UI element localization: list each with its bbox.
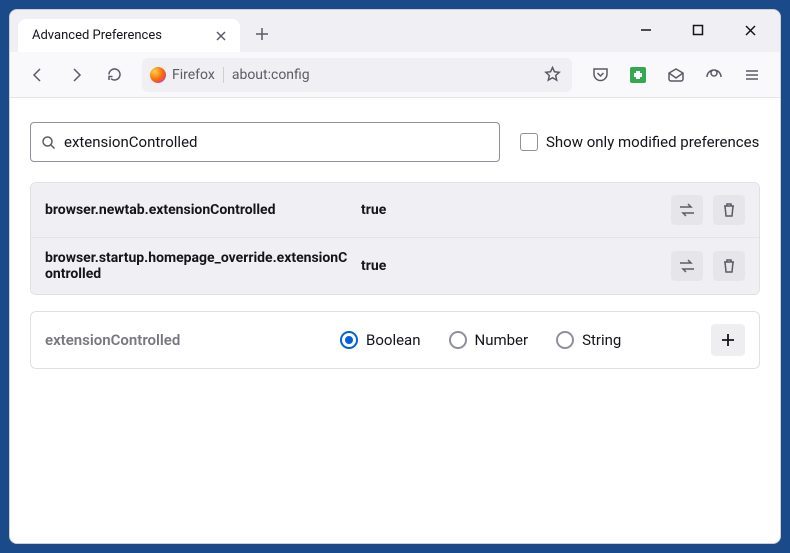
pref-name: browser.newtab.extensionControlled <box>45 202 355 218</box>
toggle-button[interactable] <box>671 251 703 281</box>
delete-button[interactable] <box>713 195 745 225</box>
search-box[interactable] <box>30 122 500 162</box>
menu-button[interactable] <box>736 59 768 91</box>
radio-string-input[interactable] <box>556 331 574 349</box>
checkbox-label-text: Show only modified preferences <box>546 133 759 151</box>
pref-actions <box>671 195 745 225</box>
radio-number[interactable]: Number <box>449 331 529 349</box>
titlebar: Advanced Preferences <box>10 10 780 52</box>
minimize-button[interactable] <box>632 16 660 44</box>
tab-title: Advanced Preferences <box>32 28 162 43</box>
account-icon[interactable] <box>698 59 730 91</box>
close-window-button[interactable] <box>736 16 764 44</box>
maximize-button[interactable] <box>684 16 712 44</box>
radio-boolean-input[interactable] <box>340 331 358 349</box>
pref-row: browser.startup.homepage_override.extens… <box>31 237 759 294</box>
delete-button[interactable] <box>713 251 745 281</box>
pref-list: browser.newtab.extensionControlled true … <box>30 182 760 295</box>
reload-button[interactable] <box>98 59 130 91</box>
search-row: Show only modified preferences <box>30 122 760 162</box>
pref-value: true <box>355 202 671 218</box>
urlbar[interactable]: Firefox about:config <box>142 58 572 92</box>
search-icon <box>41 135 56 150</box>
back-button[interactable] <box>22 59 54 91</box>
urlbar-input[interactable]: about:config <box>232 67 532 83</box>
close-tab-button[interactable] <box>214 29 228 43</box>
bookmark-star-icon[interactable] <box>540 66 564 83</box>
browser-window: Advanced Preferences <box>9 9 781 544</box>
radio-string-label: String <box>582 331 621 349</box>
pref-value: true <box>355 258 671 274</box>
show-only-modified-checkbox[interactable] <box>520 133 538 151</box>
radio-number-label: Number <box>475 331 529 349</box>
search-input[interactable] <box>64 133 489 151</box>
toggle-button[interactable] <box>671 195 703 225</box>
radio-boolean-label: Boolean <box>366 331 421 349</box>
radio-boolean[interactable]: Boolean <box>340 331 421 349</box>
urlbar-identity[interactable]: Firefox <box>150 67 224 83</box>
show-only-modified-label[interactable]: Show only modified preferences <box>520 133 759 151</box>
content-area: Show only modified preferences browser.n… <box>10 98 780 543</box>
forward-button[interactable] <box>60 59 92 91</box>
radio-string[interactable]: String <box>556 331 621 349</box>
add-pref-row: extensionControlled Boolean Number Strin… <box>30 311 760 369</box>
radio-number-input[interactable] <box>449 331 467 349</box>
active-tab[interactable]: Advanced Preferences <box>18 19 240 52</box>
firefox-logo-icon <box>150 67 166 83</box>
add-button[interactable] <box>711 324 745 356</box>
type-radio-group: Boolean Number String <box>340 331 711 349</box>
pocket-icon[interactable] <box>584 59 616 91</box>
new-tab-button[interactable] <box>248 20 276 48</box>
pref-actions <box>671 251 745 281</box>
window-controls <box>632 16 764 44</box>
add-pref-name: extensionControlled <box>45 331 340 349</box>
inbox-icon[interactable] <box>660 59 692 91</box>
extension-icon[interactable] <box>622 59 654 91</box>
toolbar: Firefox about:config <box>10 52 780 98</box>
urlbar-identity-label: Firefox <box>172 67 215 83</box>
pref-row: browser.newtab.extensionControlled true <box>31 183 759 237</box>
pref-name: browser.startup.homepage_override.extens… <box>45 250 355 282</box>
